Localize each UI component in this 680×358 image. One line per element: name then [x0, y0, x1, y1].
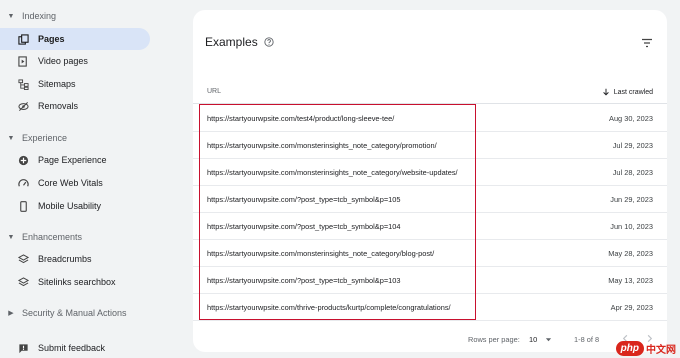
row-url: https://startyourwpsite.com/?post_type=t…: [207, 276, 401, 285]
sidebar-item-label: Sitemaps: [38, 79, 76, 89]
sidebar-item-label: Core Web Vitals: [38, 178, 103, 188]
table-row[interactable]: https://startyourwpsite.com/?post_type=t…: [193, 186, 667, 213]
section-indexing[interactable]: ▼ Indexing: [0, 6, 57, 26]
sidebar-item-sitemaps[interactable]: Sitemaps: [0, 73, 150, 95]
row-date: Aug 30, 2023: [609, 114, 653, 123]
examples-card: Examples URL Last crawled https://starty…: [193, 10, 667, 352]
row-url: https://startyourwpsite.com/monsterinsig…: [207, 249, 435, 258]
section-label: Experience: [22, 133, 68, 143]
breadcrumbs-icon: [16, 252, 30, 266]
arrow-down-icon: [602, 88, 609, 96]
help-icon[interactable]: [264, 37, 274, 47]
sidebar-item-label: Submit feedback: [38, 343, 106, 353]
row-url: https://startyourwpsite.com/thrive-produ…: [207, 303, 451, 312]
mobile-usability-icon: [16, 199, 30, 213]
chevron-down-icon: ▼: [7, 233, 15, 241]
section-experience[interactable]: ▼ Experience: [0, 128, 68, 148]
row-url: https://startyourwpsite.com/monsterinsig…: [207, 168, 458, 177]
row-url: https://startyourwpsite.com/monsterinsig…: [207, 141, 437, 150]
row-date: May 28, 2023: [608, 249, 653, 258]
section-enhancements[interactable]: ▼ Enhancements: [0, 227, 83, 247]
rows-per-page-select[interactable]: 10: [529, 335, 537, 344]
row-date: Jul 29, 2023: [612, 141, 653, 150]
row-url: https://startyourwpsite.com/?post_type=t…: [207, 195, 401, 204]
pagination: Rows per page: 10 1-8 of 8: [193, 326, 667, 352]
sidebar-item-core-web-vitals[interactable]: Core Web Vitals: [0, 172, 150, 194]
sidebar-item-breadcrumbs[interactable]: Breadcrumbs: [0, 248, 150, 270]
sitemaps-icon: [16, 77, 30, 91]
video-pages-icon: [16, 54, 30, 68]
sidebar-item-sitelinks-searchbox[interactable]: Sitelinks searchbox: [0, 271, 150, 293]
section-label: Indexing: [22, 11, 57, 21]
page-experience-icon: [16, 153, 30, 167]
row-date: May 13, 2023: [608, 276, 653, 285]
sidebar-item-label: Mobile Usability: [38, 201, 102, 211]
row-url: https://startyourwpsite.com/test4/produc…: [207, 114, 395, 123]
sitelinks-searchbox-icon: [16, 275, 30, 289]
sidebar-item-label: Video pages: [38, 56, 88, 66]
chevron-down-icon: ▼: [7, 134, 15, 142]
feedback-icon: [16, 341, 30, 355]
row-date: Jun 29, 2023: [610, 195, 653, 204]
row-date: Jul 28, 2023: [612, 168, 653, 177]
row-date: Apr 29, 2023: [610, 303, 653, 312]
page-title: Examples: [205, 35, 258, 49]
column-header-url: URL: [207, 88, 222, 95]
rows-per-page-label: Rows per page:: [468, 335, 520, 344]
sidebar-item-label: Pages: [38, 34, 65, 44]
sidebar-item-video-pages[interactable]: Video pages: [0, 50, 150, 72]
watermark: php 中文网: [615, 341, 676, 356]
core-web-vitals-icon: [16, 176, 30, 190]
sidebar-item-label: Breadcrumbs: [38, 254, 92, 264]
sidebar-item-label: Page Experience: [38, 155, 107, 165]
table-row[interactable]: https://startyourwpsite.com/monsterinsig…: [193, 132, 667, 159]
sidebar-item-pages[interactable]: Pages: [0, 28, 150, 50]
pages-icon: [16, 32, 30, 46]
table-row[interactable]: https://startyourwpsite.com/monsterinsig…: [193, 159, 667, 186]
section-security-manual-actions[interactable]: ▶ Security & Manual Actions: [0, 303, 127, 323]
watermark-logo: php: [615, 341, 644, 356]
table-row[interactable]: https://startyourwpsite.com/?post_type=t…: [193, 267, 667, 294]
examples-title-row: Examples: [205, 35, 274, 49]
filter-icon[interactable]: [641, 36, 653, 48]
sidebar-item-label: Sitelinks searchbox: [38, 277, 116, 287]
page-range: 1-8 of 8: [574, 335, 600, 344]
chevron-down-icon[interactable]: [545, 336, 552, 343]
table-row[interactable]: https://startyourwpsite.com/?post_type=t…: [193, 213, 667, 240]
table-header: URL Last crawled: [193, 84, 667, 104]
table-row[interactable]: https://startyourwpsite.com/test4/produc…: [193, 105, 667, 132]
sidebar: ▼ Indexing Pages Video pages Sitemaps Re…: [0, 0, 178, 358]
chevron-down-icon: ▼: [7, 12, 15, 20]
column-header-label: Last crawled: [613, 88, 653, 96]
row-date: Jun 10, 2023: [610, 222, 653, 231]
column-header-last-crawled[interactable]: Last crawled: [602, 88, 653, 96]
removals-icon: [16, 99, 30, 113]
watermark-text: 中文网: [646, 345, 676, 356]
chevron-right-icon: ▶: [8, 310, 14, 317]
table-row[interactable]: https://startyourwpsite.com/monsterinsig…: [193, 240, 667, 267]
row-url: https://startyourwpsite.com/?post_type=t…: [207, 222, 401, 231]
sidebar-item-label: Removals: [38, 101, 79, 111]
sidebar-item-page-experience[interactable]: Page Experience: [0, 149, 150, 171]
sidebar-item-mobile-usability[interactable]: Mobile Usability: [0, 195, 150, 217]
section-label: Security & Manual Actions: [22, 308, 127, 318]
sidebar-item-submit-feedback[interactable]: Submit feedback: [0, 337, 150, 358]
table-row[interactable]: https://startyourwpsite.com/thrive-produ…: [193, 294, 667, 321]
sidebar-item-removals[interactable]: Removals: [0, 95, 150, 117]
section-label: Enhancements: [22, 232, 83, 242]
